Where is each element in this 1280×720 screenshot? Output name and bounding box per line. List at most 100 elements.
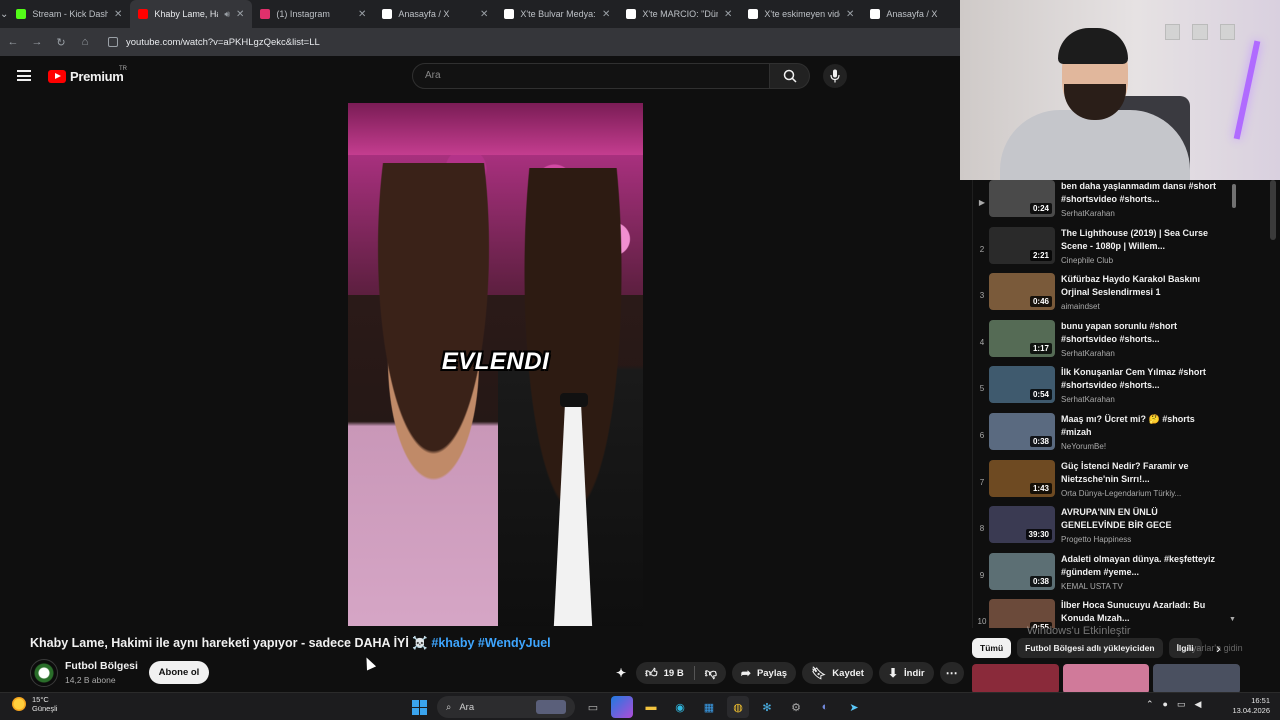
- home-icon[interactable]: ⌂: [78, 36, 92, 48]
- browser-tab[interactable]: Khaby Lame, Haki 🔊︎ ✕: [130, 0, 253, 28]
- taskbar-search[interactable]: ⌕ Ara: [437, 696, 575, 718]
- like-count[interactable]: 19 B: [664, 668, 684, 679]
- share-button[interactable]: ➦ Paylaş: [731, 662, 797, 684]
- start-button[interactable]: [408, 696, 430, 718]
- browser-tab[interactable]: Anasayfa / X ✕: [374, 0, 496, 28]
- close-tab-icon[interactable]: ✕: [846, 9, 854, 20]
- scroll-down-icon[interactable]: ▼: [1229, 616, 1236, 623]
- close-tab-icon[interactable]: ✕: [602, 9, 610, 20]
- filter-chip[interactable]: Tümü: [972, 638, 1012, 658]
- close-tab-icon[interactable]: ✕: [480, 9, 488, 20]
- filter-chip[interactable]: Futbol Bölgesi adlı yükleyiciden: [1017, 638, 1163, 658]
- playlist-thumbnail[interactable]: 2:21: [989, 226, 1055, 264]
- playlist-item-title[interactable]: Küfürbaz Haydo Karakol Baskını Orjinal S…: [1061, 273, 1221, 299]
- audio-playing-icon[interactable]: 🔊︎: [224, 9, 230, 20]
- voice-search-button[interactable]: [823, 64, 847, 88]
- playlist-item[interactable]: 10 0:55 İlber Hoca Sunucuyu Azarladı: Bu K…: [973, 599, 1240, 628]
- forward-icon[interactable]: →: [30, 36, 44, 48]
- playlist-item[interactable]: 6 0:38 Maaş mı? Ücret mi? 🤔 #shorts #mizah…: [973, 413, 1240, 459]
- settings-icon[interactable]: ✻: [756, 696, 778, 718]
- video-hashtags[interactable]: #khaby #WendyJuel: [431, 636, 550, 650]
- save-button[interactable]: 🔖︎ Kaydet: [802, 662, 873, 684]
- page-scrollbar[interactable]: [1270, 180, 1276, 240]
- playlist-item[interactable]: 5 0:54 İlk Konuşanlar Cem Yılmaz #short #s…: [973, 366, 1240, 412]
- steam-icon[interactable]: ⚙: [785, 696, 807, 718]
- close-tab-icon[interactable]: ✕: [236, 9, 244, 20]
- playlist-item[interactable]: 7 1:43 Güç İstenci Nedir? Faramir ve Nietz…: [973, 459, 1240, 506]
- playlist-item-channel[interactable]: Progetto Happiness: [1061, 535, 1131, 544]
- playlist-item-channel[interactable]: aimaindset: [1061, 302, 1100, 311]
- store-icon[interactable]: ▦: [698, 696, 720, 718]
- playlist-item[interactable]: 9 0:38 Adaleti olmayan dünya. #keşfetteyiz…: [973, 552, 1240, 599]
- playlist-thumbnail[interactable]: 0:54: [989, 366, 1055, 404]
- more-actions-button[interactable]: ⋯: [939, 662, 964, 684]
- chevron-up-icon[interactable]: ⌃: [1146, 699, 1154, 710]
- menu-icon[interactable]: [17, 70, 31, 81]
- browser-tab[interactable]: X'te Bulvar Medya: " ✕: [496, 0, 618, 28]
- shelf-thumb[interactable]: [1062, 664, 1150, 694]
- playlist-thumbnail[interactable]: 39:30: [989, 506, 1055, 544]
- playlist-item-title[interactable]: Adaleti olmayan dünya. #keşfetteyiz #gün…: [1061, 553, 1221, 579]
- video-player[interactable]: EVLENDI: [348, 103, 643, 626]
- playlist-item-title[interactable]: İlber Hoca Sunucuyu Azarladı: Bu Konuda …: [1061, 599, 1221, 625]
- edge-icon[interactable]: ◉: [669, 696, 691, 718]
- close-tab-icon[interactable]: ✕: [358, 9, 366, 20]
- playlist-thumbnail[interactable]: 0:38: [989, 413, 1055, 450]
- playlist-item-channel[interactable]: SerhatKarahan: [1061, 349, 1115, 358]
- playlist-thumbnail[interactable]: 0:24: [989, 180, 1055, 217]
- playlist-item[interactable]: 3 0:46 Küfürbaz Haydo Karakol Baskını Orji…: [973, 273, 1240, 319]
- site-info-icon[interactable]: [108, 37, 118, 47]
- playlist-item-title[interactable]: ben daha yaşlanmadım dansı #short #short…: [1061, 180, 1221, 206]
- chrome-icon[interactable]: ◍: [727, 696, 749, 718]
- search-input[interactable]: Ara: [412, 63, 770, 89]
- playlist-thumbnail[interactable]: 1:17: [989, 319, 1055, 357]
- browser-tab[interactable]: X'te eskimeyen video ✕: [740, 0, 862, 28]
- app-icon[interactable]: ➤: [843, 696, 865, 718]
- playlist-item-title[interactable]: Maaş mı? Ücret mi? 🤔 #shorts #mizah: [1061, 413, 1221, 439]
- playlist-item-channel[interactable]: KEMAL USTA TV: [1061, 582, 1123, 591]
- playlist-item-title[interactable]: The Lighthouse (2019) | Sea Curse Scene …: [1061, 227, 1221, 253]
- playlist-item-title[interactable]: AVRUPA'NIN EN ÜNLÜ GENELEVİNDE BİR GECE: [1061, 506, 1221, 532]
- playlist-item-title[interactable]: Güç İstenci Nedir? Faramir ve Nietzsche'…: [1061, 460, 1221, 486]
- download-button[interactable]: ⬇ İndir: [878, 662, 934, 684]
- search-button[interactable]: [770, 63, 810, 89]
- playlist-item-channel[interactable]: NeYorumBe!: [1061, 442, 1106, 451]
- playlist-item[interactable]: ▶ 0:24 ben daha yaşlanmadım dansı #short #…: [973, 180, 1240, 226]
- playlist-scrollbar[interactable]: [1232, 184, 1236, 208]
- channel-avatar[interactable]: [30, 659, 58, 687]
- back-icon[interactable]: ←: [6, 36, 20, 48]
- clock[interactable]: 16:51 13.04.2026: [1226, 696, 1270, 716]
- ai-sparkle-icon[interactable]: ✦: [616, 667, 626, 679]
- close-tab-icon[interactable]: ✕: [724, 9, 732, 20]
- browser-tab[interactable]: X'te MARCIO: "Dünya ✕: [618, 0, 740, 28]
- task-view-icon[interactable]: ▭: [582, 696, 604, 718]
- channel-name[interactable]: Futbol Bölgesi: [65, 660, 138, 672]
- playlist-item-title[interactable]: bunu yapan sorunlu #short #shortsvideo #…: [1061, 320, 1221, 346]
- file-explorer-icon[interactable]: ▬: [640, 696, 662, 718]
- discord-icon[interactable]: ◐: [814, 696, 836, 718]
- network-icon[interactable]: ▭: [1177, 699, 1186, 710]
- url-field[interactable]: youtube.com/watch?v=aPKHLgzQekc&list=LL: [108, 37, 320, 48]
- copilot-icon[interactable]: [611, 696, 633, 718]
- weather-widget[interactable]: 15°C Güneşli: [12, 695, 57, 713]
- browser-tab[interactable]: Stream - Kick Dashb ✕: [8, 0, 130, 28]
- playlist-item[interactable]: 8 39:30 AVRUPA'NIN EN ÜNLÜ GENELEVİNDE BİR…: [973, 506, 1240, 552]
- playlist-item-channel[interactable]: SerhatKarahan: [1061, 209, 1115, 218]
- tab-search-icon[interactable]: ⌄: [0, 0, 8, 28]
- dislike-icon[interactable]: 👎︎: [705, 667, 717, 679]
- shelf-thumb[interactable]: [1153, 664, 1240, 694]
- like-icon[interactable]: 👍︎: [645, 667, 658, 679]
- playlist-thumbnail[interactable]: 0:55: [989, 599, 1055, 628]
- subscribe-button[interactable]: Abone ol: [149, 661, 209, 684]
- playlist-thumbnail[interactable]: 0:46: [989, 273, 1055, 311]
- reload-icon[interactable]: ↻: [54, 36, 68, 49]
- youtube-logo[interactable]: Premium TR: [48, 66, 127, 84]
- playlist-item-channel[interactable]: SerhatKarahan: [1061, 395, 1115, 404]
- playlist-item-channel[interactable]: Cinephile Club: [1061, 256, 1113, 265]
- shelf-thumb[interactable]: [972, 664, 1059, 694]
- playlist-item-title[interactable]: İlk Konuşanlar Cem Yılmaz #short #shorts…: [1061, 366, 1221, 392]
- close-tab-icon[interactable]: ✕: [114, 9, 122, 20]
- volume-icon[interactable]: ◀: [1195, 699, 1202, 710]
- playlist-thumbnail[interactable]: 0:38: [989, 552, 1055, 590]
- url-text[interactable]: youtube.com/watch?v=aPKHLgzQekc&list=LL: [126, 37, 320, 48]
